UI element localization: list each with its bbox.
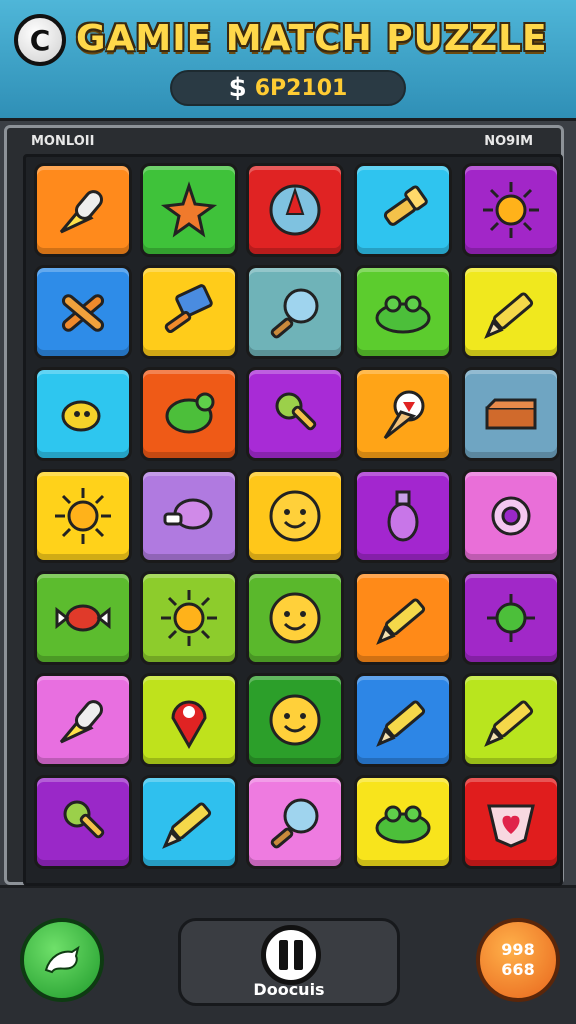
star-fish-icon	[160, 181, 218, 238]
tile-box-r3c5[interactable]	[462, 367, 560, 461]
pause-label: Doocuis	[253, 980, 325, 999]
smiley-icon	[269, 592, 321, 644]
turtle-icon	[165, 392, 215, 434]
key-icon	[63, 800, 105, 839]
virus-icon	[487, 594, 535, 642]
top-bar: C GAMIE MATCH PUZZLE $ 6P2101	[0, 0, 576, 118]
ice-cream-icon	[383, 390, 425, 440]
frog-icon	[375, 805, 431, 844]
frog-icon	[375, 295, 431, 334]
tile-star-fish-r1c2[interactable]	[140, 163, 238, 257]
tile-smiley-r5c3[interactable]	[246, 571, 344, 665]
tile-magnifier-r2c3[interactable]	[246, 265, 344, 359]
board-frame: MONLOII NO9IM	[0, 118, 576, 888]
board-label-left: MONLOII	[31, 134, 95, 149]
board-frame-inner: MONLOII NO9IM	[4, 125, 564, 886]
tile-potion-r4c4[interactable]	[354, 469, 452, 563]
tile-heart-r7c5[interactable]	[462, 775, 560, 869]
tile-smiley-r6c3[interactable]	[246, 673, 344, 767]
tile-pencil-r6c5[interactable]	[462, 673, 560, 767]
rocket-icon	[59, 190, 103, 234]
crossed-tools-icon	[61, 294, 105, 332]
pause-icon	[279, 940, 288, 970]
tile-flashlight-r1c4[interactable]	[354, 163, 452, 257]
tile-map-pin-r6c2[interactable]	[140, 673, 238, 767]
tile-frog-r2c4[interactable]	[354, 265, 452, 359]
board-label-right: NO9IM	[484, 134, 533, 149]
tile-virus-r5c5[interactable]	[462, 571, 560, 665]
moves-button[interactable]: 998 668	[476, 918, 560, 1002]
moves-value-bottom: 668	[501, 960, 535, 979]
tile-pencil-r5c4[interactable]	[354, 571, 452, 665]
dolphin-icon	[44, 945, 80, 974]
magnifier-icon	[270, 798, 319, 849]
potion-icon	[387, 490, 419, 542]
sun-icon	[483, 182, 539, 238]
tile-compass-r1c3[interactable]	[246, 163, 344, 257]
rocket-icon	[59, 700, 103, 744]
magnifier-icon	[270, 288, 319, 339]
tile-crossed-tools-r2c1[interactable]	[34, 265, 132, 359]
cup-icon	[163, 498, 213, 530]
sun-icon	[55, 488, 111, 544]
tile-turtle-r3c2[interactable]	[140, 367, 238, 461]
key-icon	[275, 392, 317, 431]
tile-pencil-r6c4[interactable]	[354, 673, 452, 767]
pencil-icon	[484, 700, 534, 747]
sun-icon	[161, 590, 217, 646]
score-value: 6P2101	[254, 75, 348, 101]
hint-button[interactable]	[20, 918, 104, 1002]
smiley-icon	[269, 490, 321, 542]
tile-magnifier-r7c3[interactable]	[246, 775, 344, 869]
tile-candy-r5c1[interactable]	[34, 571, 132, 665]
bottom-bar: Doocuis 998 668	[0, 888, 576, 1024]
tile-sun-r1c5[interactable]	[462, 163, 560, 257]
heart-icon	[487, 804, 535, 848]
tile-pencil-r7c2[interactable]	[140, 775, 238, 869]
pause-button[interactable]	[261, 925, 321, 985]
pencil-icon	[376, 700, 426, 747]
tile-sun-r5c2[interactable]	[140, 571, 238, 665]
game-title: GAMIE MATCH PUZZLE	[76, 18, 548, 59]
tile-cup-r4c2[interactable]	[140, 469, 238, 563]
tile-sun-r4c1[interactable]	[34, 469, 132, 563]
tile-bird-r3c1[interactable]	[34, 367, 132, 461]
tile-key-r7c1[interactable]	[34, 775, 132, 869]
hammer-icon	[164, 284, 213, 334]
compass-icon	[269, 184, 321, 236]
tile-rocket-r1c1[interactable]	[34, 163, 132, 257]
tile-grid	[23, 154, 563, 886]
tile-hammer-r2c2[interactable]	[140, 265, 238, 359]
candy-icon	[55, 604, 111, 632]
box-icon	[485, 398, 537, 430]
bird-icon	[61, 400, 101, 432]
logo-coin-icon: C	[14, 14, 66, 66]
map-pin-icon	[171, 700, 207, 750]
moves-value-top: 998	[501, 940, 535, 959]
pause-panel: Doocuis	[178, 918, 400, 1006]
pencil-icon	[484, 292, 534, 339]
pencil-icon	[162, 802, 212, 849]
currency-icon: $	[228, 73, 247, 103]
tile-key-r3c3[interactable]	[246, 367, 344, 461]
gear-icon	[491, 496, 531, 536]
pencil-icon	[376, 598, 426, 645]
tile-smiley-r4c3[interactable]	[246, 469, 344, 563]
tile-rocket-r6c1[interactable]	[34, 673, 132, 767]
smiley-icon	[269, 694, 321, 746]
tile-frog-r7c4[interactable]	[354, 775, 452, 869]
score-display: $ 6P2101	[170, 70, 406, 106]
tile-pencil-r2c5[interactable]	[462, 265, 560, 359]
flashlight-icon	[383, 185, 428, 226]
tile-ice-cream-r3c4[interactable]	[354, 367, 452, 461]
tile-gear-r4c5[interactable]	[462, 469, 560, 563]
